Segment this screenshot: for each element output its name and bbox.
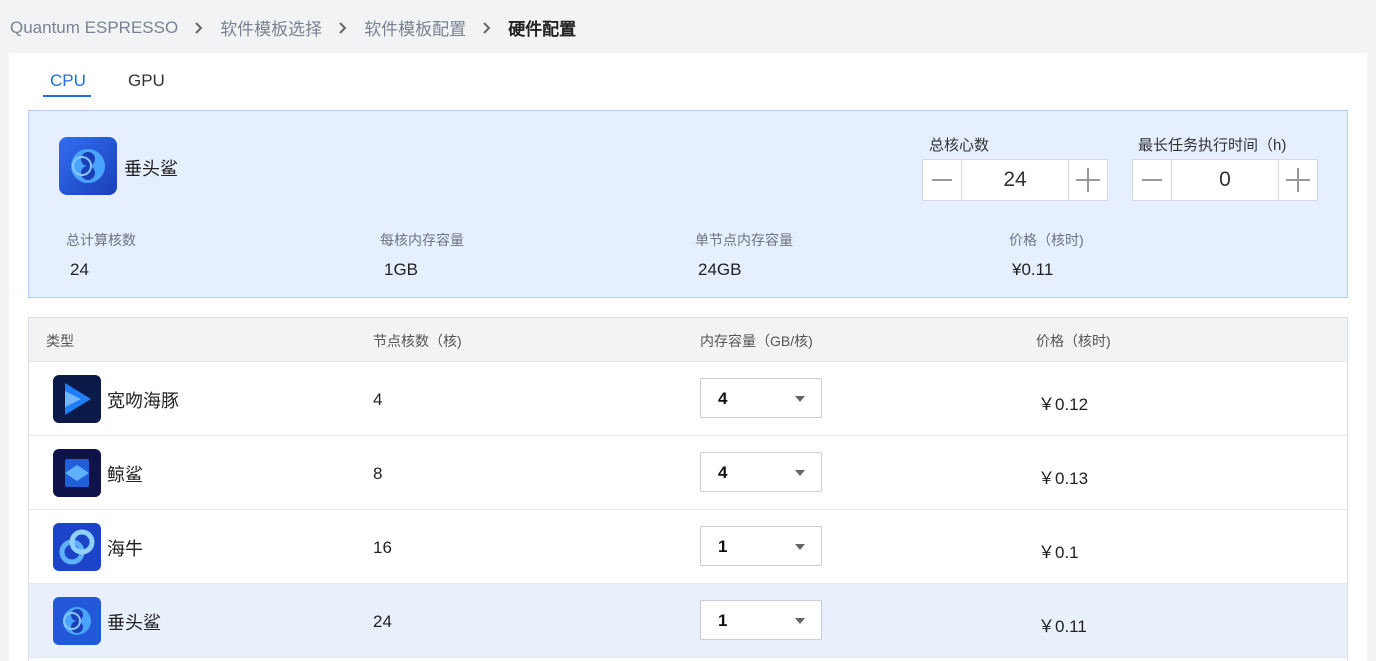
selected-config-summary: 垂头鲨 总核心数 24 最长任务执行时间（h) 0 总计算核数 24 每核内存容… (28, 110, 1348, 298)
row-price: ￥0.11 (1038, 617, 1087, 636)
breadcrumb-item-software[interactable]: Quantum ESPRESSO (10, 18, 178, 38)
memory-select-value: 1 (718, 537, 728, 556)
stat-total-cores-value: 24 (70, 260, 89, 279)
column-header-memory: 内存容量（GB/核) (700, 333, 813, 349)
total-cores-decrement-button[interactable] (922, 159, 962, 201)
max-time-input[interactable]: 0 (1172, 159, 1278, 201)
chevron-right-icon (322, 21, 364, 34)
stat-node-mem-label: 单节点内存容量 (695, 232, 793, 248)
row-node-cores: 8 (373, 464, 383, 483)
whale-shark-icon (53, 449, 101, 497)
stat-price-label: 价格（核时) (1009, 232, 1084, 248)
stat-total-cores-label: 总计算核数 (66, 232, 136, 248)
column-header-type: 类型 (46, 333, 74, 349)
breadcrumb: Quantum ESPRESSO 软件模板选择 软件模板配置 硬件配置 (10, 15, 576, 40)
row-node-cores: 24 (373, 612, 392, 631)
hammerhead-icon (59, 137, 117, 195)
selected-instance-name: 垂头鲨 (124, 159, 178, 179)
row-price: ￥0.12 (1038, 395, 1089, 414)
table-row-selected[interactable]: 垂头鲨 24 1 ￥0.11 (29, 584, 1347, 658)
memory-select[interactable]: 1 (700, 600, 822, 640)
dolphin-icon (53, 375, 101, 423)
table-row[interactable]: 鲸鲨 8 4 ￥0.13 (29, 436, 1347, 510)
stat-mem-per-core-value: 1GB (384, 260, 419, 279)
row-node-cores: 4 (373, 390, 383, 409)
memory-select-value: 4 (718, 463, 728, 482)
manatee-icon (53, 523, 101, 571)
resource-tabs: CPU GPU (9, 53, 1367, 99)
caret-down-icon (795, 396, 805, 402)
hammerhead-icon (53, 597, 101, 645)
max-time-stepper: 0 (1132, 159, 1318, 201)
stat-mem-per-core-label: 每核内存容量 (380, 232, 464, 248)
breadcrumb-item-template-select[interactable]: 软件模板选择 (220, 15, 322, 40)
row-node-cores: 16 (373, 538, 392, 557)
minus-icon (932, 179, 952, 181)
max-time-label: 最长任务执行时间（h) (1138, 137, 1287, 154)
total-cores-input[interactable]: 24 (962, 159, 1068, 201)
breadcrumb-item-template-config[interactable]: 软件模板配置 (364, 15, 466, 40)
caret-down-icon (795, 544, 805, 550)
chevron-right-icon (178, 21, 220, 34)
memory-select[interactable]: 4 (700, 452, 822, 492)
total-cores-stepper: 24 (922, 159, 1108, 201)
breadcrumb-current: 硬件配置 (508, 20, 577, 39)
max-time-decrement-button[interactable] (1132, 159, 1172, 201)
memory-select[interactable]: 1 (700, 526, 822, 566)
memory-select-value: 4 (718, 389, 728, 408)
plus-icon (1076, 168, 1100, 192)
memory-select[interactable]: 4 (700, 378, 822, 418)
row-instance-name: 宽吻海豚 (107, 391, 179, 411)
row-price: ￥0.1 (1038, 543, 1079, 562)
row-price: ￥0.13 (1038, 469, 1089, 488)
instance-type-table: 类型 节点核数（核) 内存容量（GB/核) 价格（核时) 宽吻海豚 4 4 ￥0… (28, 317, 1348, 661)
caret-down-icon (795, 618, 805, 624)
row-instance-name: 鲸鲨 (107, 465, 143, 485)
total-cores-label: 总核心数 (929, 137, 990, 154)
chevron-right-icon (466, 21, 508, 34)
caret-down-icon (795, 470, 805, 476)
table-row[interactable]: 海牛 16 1 ￥0.1 (29, 510, 1347, 584)
column-header-price: 价格（核时) (1036, 333, 1111, 349)
hardware-config-panel: CPU GPU 垂头鲨 总核心数 24 最长任务执行时间（h) 0 总计算核数 … (9, 53, 1367, 661)
minus-icon (1142, 179, 1162, 181)
active-tab-indicator (43, 95, 91, 97)
plus-icon (1286, 168, 1310, 192)
row-instance-name: 垂头鲨 (107, 613, 161, 633)
stat-price-value: ¥0.11 (1012, 260, 1054, 279)
stat-node-mem-value: 24GB (698, 260, 742, 279)
tab-cpu[interactable]: CPU (50, 71, 86, 91)
total-cores-increment-button[interactable] (1068, 159, 1108, 201)
memory-select-value: 1 (718, 611, 728, 630)
column-header-cores: 节点核数（核) (373, 333, 462, 349)
table-header: 类型 节点核数（核) 内存容量（GB/核) 价格（核时) (29, 318, 1347, 362)
row-instance-name: 海牛 (107, 539, 143, 559)
tab-gpu[interactable]: GPU (128, 71, 165, 91)
max-time-increment-button[interactable] (1278, 159, 1318, 201)
table-row[interactable]: 宽吻海豚 4 4 ￥0.12 (29, 362, 1347, 436)
